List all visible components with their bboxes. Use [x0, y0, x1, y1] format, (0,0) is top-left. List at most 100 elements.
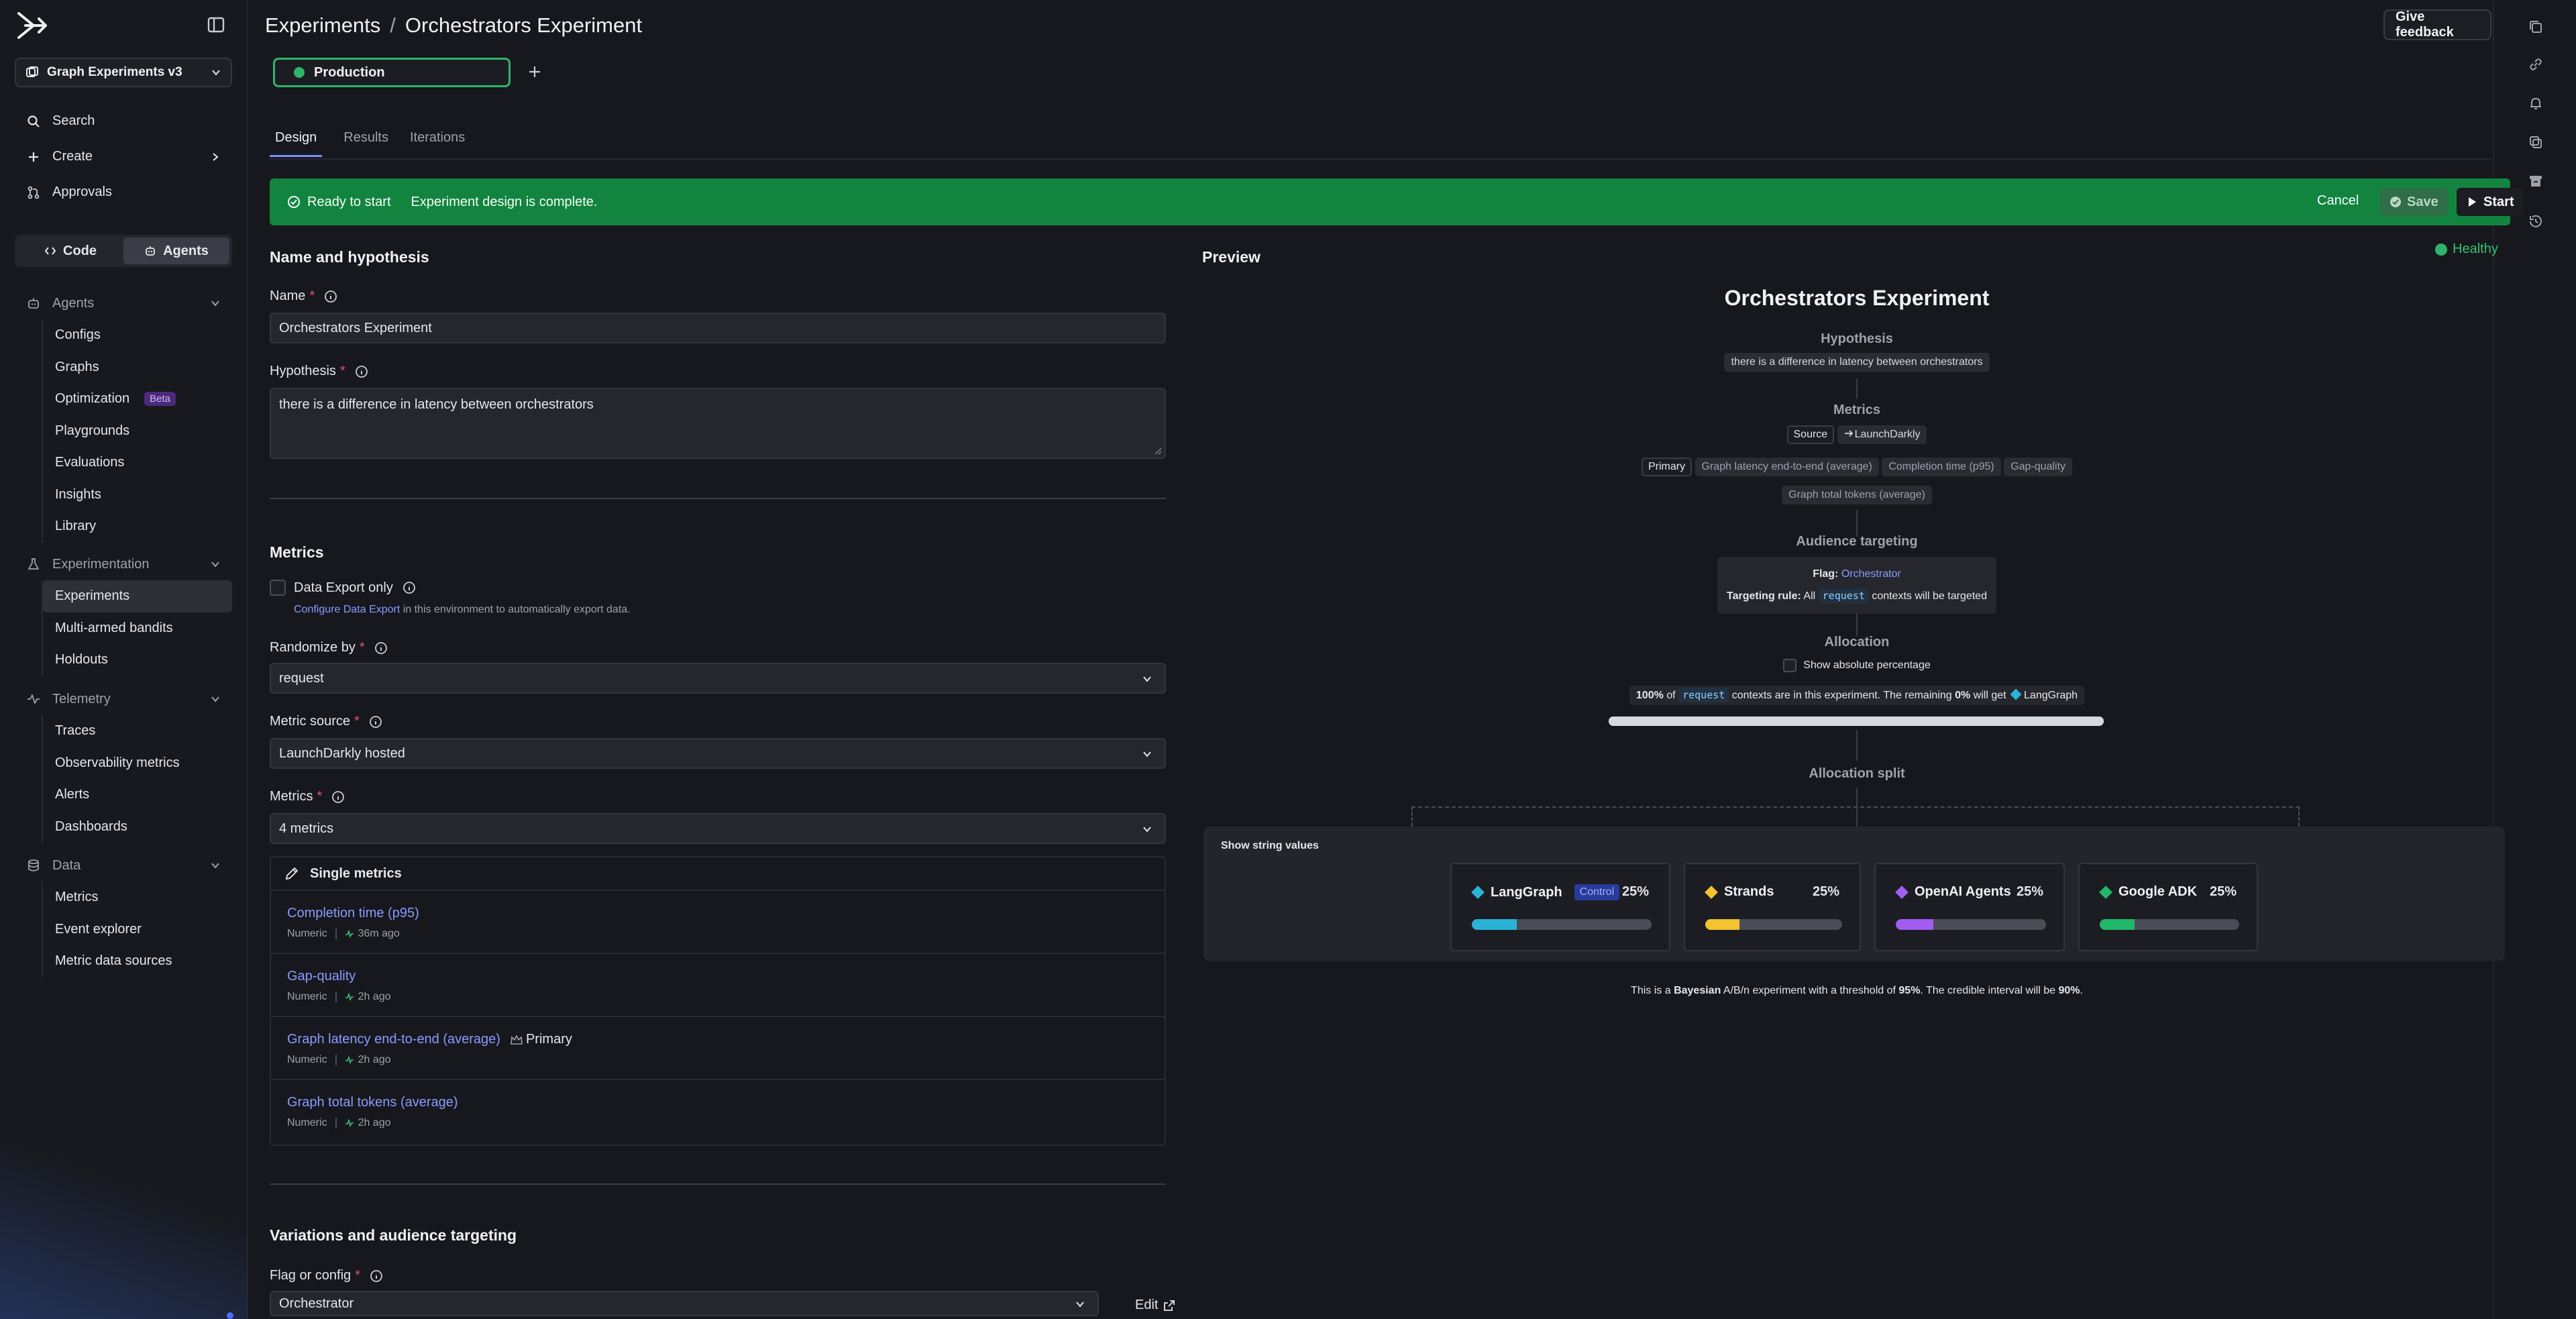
launchdarkly-logo-icon[interactable]: [16, 11, 48, 40]
nav-group-telemetry-header[interactable]: Telemetry: [15, 683, 232, 715]
sidebar-item-holdouts[interactable]: Holdouts: [43, 644, 232, 676]
info-icon[interactable]: [374, 641, 388, 655]
metric-source-label-text: Metric source: [270, 714, 351, 729]
metric-link[interactable]: Gap-quality: [287, 969, 356, 984]
show-string-values[interactable]: Show string values: [1221, 840, 1319, 852]
hypothesis-textarea[interactable]: there is a difference in latency between…: [270, 388, 1166, 459]
sidebar-item-playgrounds[interactable]: Playgrounds: [43, 415, 232, 447]
variation-card-openai-agents[interactable]: OpenAI Agents 25%: [1874, 863, 2065, 951]
page-title: Orchestrators Experiment: [405, 13, 643, 37]
bayes-interval: 90%: [2058, 985, 2080, 996]
sidebar-item-multi-armed-bandits[interactable]: Multi-armed bandits: [43, 613, 232, 645]
info-icon[interactable]: [331, 790, 345, 804]
sidebar-item-configs[interactable]: Configs: [43, 319, 232, 352]
sidebar-item-label: Observability metrics: [55, 755, 180, 770]
variation-track: [2100, 919, 2239, 930]
data-export-checkbox[interactable]: [270, 580, 286, 596]
sidebar-item-observability-metrics[interactable]: Observability metrics: [43, 747, 232, 780]
sidebar-item-graphs[interactable]: Graphs: [43, 352, 232, 384]
breadcrumb-experiments[interactable]: Experiments: [265, 13, 380, 38]
sidebar: Graph Experiments v3 Search Create Appro…: [0, 0, 248, 1319]
edit-flag-link[interactable]: Edit: [1135, 1298, 1175, 1313]
data-export-help-text: in this environment to automatically exp…: [400, 604, 631, 615]
start-button[interactable]: Start: [2457, 188, 2524, 216]
metric-link[interactable]: Completion time (p95): [287, 906, 419, 921]
variation-card-google-adk[interactable]: Google ADK 25%: [2078, 863, 2258, 951]
tab-iterations[interactable]: Iterations: [410, 123, 465, 157]
link-icon[interactable]: [2528, 56, 2544, 72]
allocation-bar: [1609, 717, 2104, 726]
nav-group-experimentation-header[interactable]: Experimentation: [15, 548, 232, 580]
resize-handle-icon[interactable]: [1154, 447, 1162, 455]
info-icon[interactable]: [369, 715, 382, 729]
project-selector[interactable]: Graph Experiments v3: [15, 58, 232, 87]
alloc-get: will get: [1973, 690, 2006, 701]
chevron-down-icon: [212, 70, 220, 76]
sidebar-item-optimization[interactable]: Optimization Beta: [43, 383, 232, 415]
tab-results[interactable]: Results: [343, 123, 388, 157]
sidebar-item-label: Configs: [55, 327, 101, 343]
activity-icon: [345, 992, 354, 1002]
sidebar-item-alerts[interactable]: Alerts: [43, 779, 232, 811]
variation-pct: 25%: [2016, 884, 2043, 899]
collapse-sidebar-icon[interactable]: [207, 16, 225, 34]
info-icon[interactable]: [324, 290, 337, 303]
flag-select[interactable]: Orchestrator: [270, 1291, 1099, 1316]
sidebar-item-library[interactable]: Library: [43, 511, 232, 543]
nav-create[interactable]: Create: [15, 139, 232, 174]
tab-design[interactable]: Design: [270, 123, 323, 157]
metric-link[interactable]: Graph total tokens (average): [287, 1095, 458, 1110]
toggle-agents[interactable]: Agents: [123, 238, 229, 264]
metric-link[interactable]: Graph latency end-to-end (average): [287, 1032, 500, 1047]
environment-tab-production[interactable]: Production: [273, 58, 511, 87]
app-root: Graph Experiments v3 Search Create Appro…: [0, 0, 2576, 1319]
variation-fill: [1705, 919, 1739, 930]
notification-dot[interactable]: [227, 1312, 233, 1319]
variation-card-strands[interactable]: Strands 25%: [1684, 863, 1861, 951]
nav-approvals[interactable]: Approvals: [15, 174, 232, 210]
activity-icon: [345, 1118, 354, 1128]
sidebar-item-traces[interactable]: Traces: [43, 715, 232, 747]
duplicate-icon[interactable]: [2528, 134, 2544, 150]
sidebar-item-label: Holdouts: [55, 652, 108, 668]
toggle-code[interactable]: Code: [17, 238, 123, 264]
sidebar-item-label: Alerts: [55, 787, 90, 802]
sidebar-item-insights[interactable]: Insights: [43, 479, 232, 511]
sidebar-item-evaluations[interactable]: Evaluations: [43, 447, 232, 479]
give-feedback-button[interactable]: Give feedback: [2383, 9, 2491, 40]
configure-data-export-link[interactable]: Configure Data Export: [294, 604, 400, 615]
nav-search[interactable]: Search: [15, 103, 232, 139]
flag-link[interactable]: Orchestrator: [1841, 568, 1901, 580]
sidebar-item-experiments[interactable]: Experiments: [43, 580, 232, 613]
sidebar-item-event-explorer[interactable]: Event explorer: [43, 914, 232, 946]
variation-card-langgraph[interactable]: LangGraph Control 25%: [1450, 863, 1670, 951]
sidebar-item-metrics[interactable]: Metrics: [43, 882, 232, 914]
copy-icon[interactable]: [2528, 19, 2544, 35]
show-absolute-checkbox[interactable]: [1783, 659, 1797, 672]
sidebar-item-metric-data-sources[interactable]: Metric data sources: [43, 945, 232, 978]
sidebar-item-label: Experiments: [55, 588, 130, 604]
sidebar-item-label: Evaluations: [55, 455, 125, 470]
info-icon[interactable]: [355, 365, 368, 378]
metrics-select[interactable]: 4 metrics: [270, 813, 1166, 844]
hypothesis-label-text: Hypothesis: [270, 364, 336, 378]
info-icon[interactable]: [370, 1269, 383, 1283]
database-icon: [28, 859, 39, 872]
randomize-select[interactable]: request: [270, 663, 1166, 694]
archive-icon[interactable]: [2528, 173, 2544, 189]
history-icon[interactable]: [2528, 213, 2544, 229]
name-input[interactable]: Orchestrators Experiment: [270, 313, 1166, 344]
primary-tag: Primary: [1641, 458, 1693, 476]
sidebar-item-dashboards[interactable]: Dashboards: [43, 811, 232, 843]
chevron-down-icon: [1076, 1302, 1084, 1308]
save-button[interactable]: Save: [2380, 188, 2448, 216]
add-environment-icon[interactable]: [526, 63, 543, 81]
allocation-bar-fill: [1609, 717, 2104, 726]
nav-create-label: Create: [52, 149, 93, 164]
nav-group-agents-header[interactable]: Agents: [15, 287, 232, 319]
info-icon[interactable]: [402, 581, 416, 594]
nav-group-data-header[interactable]: Data: [15, 849, 232, 882]
cancel-button[interactable]: Cancel: [2317, 193, 2359, 209]
bell-icon[interactable]: [2528, 95, 2544, 111]
metric-source-select[interactable]: LaunchDarkly hosted: [270, 738, 1166, 769]
